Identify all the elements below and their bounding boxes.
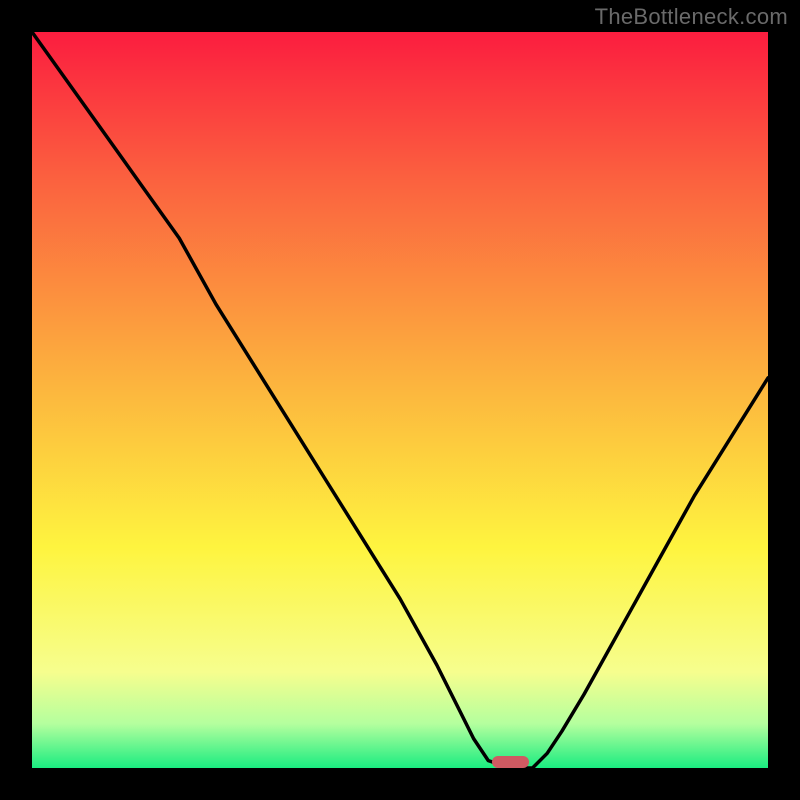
gradient-rect: [32, 32, 768, 768]
background-gradient: [32, 32, 768, 768]
watermark-text: TheBottleneck.com: [595, 4, 788, 30]
chart-frame: TheBottleneck.com: [0, 0, 800, 800]
plot-area: [32, 32, 768, 768]
optimal-marker: [492, 756, 529, 768]
